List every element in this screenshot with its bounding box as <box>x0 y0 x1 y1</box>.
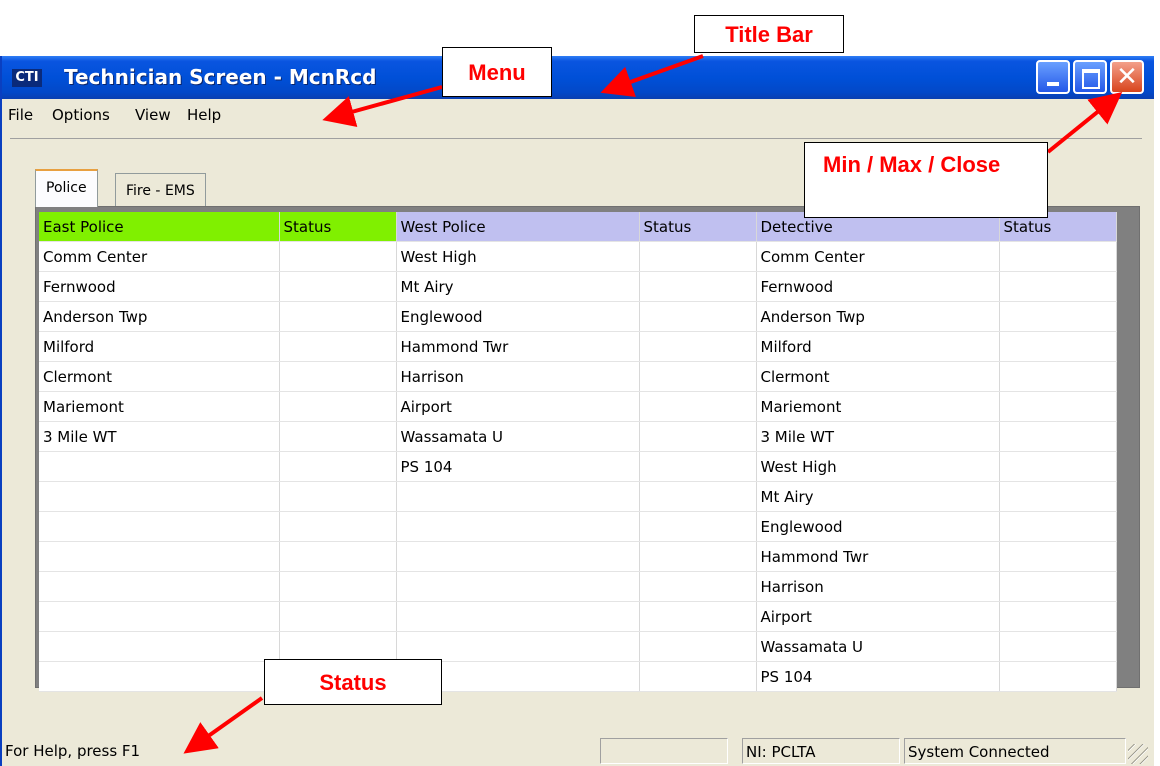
callout-status: Status <box>264 659 442 705</box>
callout-title-bar: Title Bar <box>694 15 844 53</box>
annotation-arrows <box>183 54 1123 754</box>
tab-police[interactable]: Police <box>35 169 98 207</box>
arrow-min-max-close <box>1046 91 1123 154</box>
arrow-status <box>183 696 264 754</box>
callout-menu: Menu <box>442 47 552 97</box>
arrow-menu <box>322 85 443 128</box>
callout-min-max-close: Min / Max / Close <box>804 142 1048 218</box>
arrow-title-bar <box>600 54 704 97</box>
